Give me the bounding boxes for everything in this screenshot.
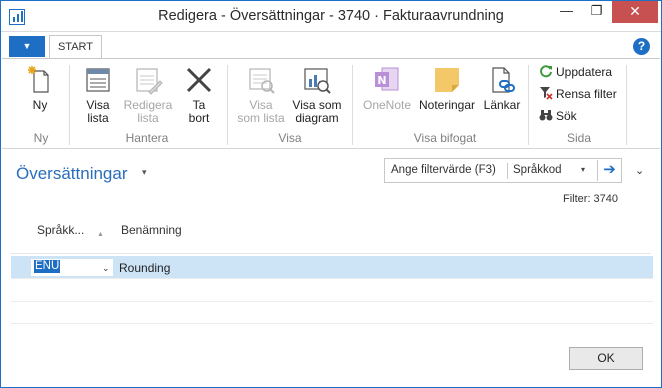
clear-filter-button[interactable]: Rensa filter (539, 85, 617, 103)
filter-field-select[interactable]: Språkkod (513, 164, 562, 176)
edit-list-label-2: lista (137, 111, 159, 125)
title-bar: Redigera - Översättningar - 3740 · Faktu… (1, 1, 661, 32)
ok-button[interactable]: OK (569, 347, 643, 370)
search-button[interactable]: Sök (539, 107, 577, 125)
applied-filter-text: Filter: 3740 (563, 193, 619, 205)
onenote-icon: N (372, 65, 402, 95)
refresh-button[interactable]: Uppdatera (539, 63, 612, 81)
notes-label: Noteringar (418, 98, 476, 112)
group-label-hantera: Hantera (125, 131, 169, 145)
group-label-ny: Ny (33, 131, 49, 145)
delete-icon (184, 65, 214, 95)
links-icon (487, 65, 517, 95)
binoculars-icon (539, 108, 553, 122)
refresh-icon (539, 64, 553, 78)
view-list-label-2: lista (87, 111, 109, 125)
filter-input[interactable]: Ange filtervärde (F3) (391, 164, 496, 176)
notes-button[interactable]: Noteringar (416, 65, 478, 112)
onenote-button[interactable]: N OneNote (360, 65, 414, 112)
svg-text:N: N (377, 74, 386, 87)
links-button[interactable]: Länkar (480, 65, 524, 112)
group-divider (352, 65, 353, 145)
app-menu-button[interactable]: ▼ (9, 36, 45, 57)
ribbon: Ny Ny Visa lista Redigera lista Ta bort … (2, 58, 660, 149)
filter-divider (507, 163, 508, 179)
new-document-icon (25, 65, 55, 95)
view-list-button[interactable]: Visa lista (78, 65, 118, 125)
refresh-label: Uppdatera (556, 65, 613, 79)
onenote-label: OneNote (362, 98, 412, 112)
apply-filter-arrow-icon[interactable]: ➔ (597, 160, 621, 181)
filter-field-dropdown-icon[interactable]: ▾ (581, 165, 585, 174)
show-as-list-button[interactable]: Visa som lista (236, 65, 286, 125)
help-icon[interactable]: ? (633, 38, 650, 55)
show-as-chart-icon (302, 65, 332, 95)
group-divider (69, 65, 70, 145)
delete-label-2: bort (188, 111, 210, 125)
show-as-list-icon (246, 65, 276, 95)
row-divider (11, 301, 653, 302)
title-dropdown-icon[interactable]: ▾ (142, 167, 147, 178)
row-divider (11, 278, 653, 279)
expand-chevron-icon[interactable]: ⌄ (635, 164, 644, 177)
group-divider (227, 65, 228, 145)
group-label-sida: Sida (566, 131, 592, 145)
filter-bar: Ange filtervärde (F3) Språkkod ▾ ➔ (384, 158, 622, 183)
language-code-value[interactable]: ENU (34, 260, 61, 273)
group-divider (626, 65, 627, 145)
view-list-icon (83, 65, 113, 95)
column-header-language-code[interactable]: Språkk... (37, 223, 84, 237)
dialog-window: Redigera - Översättningar - 3740 · Faktu… (0, 0, 662, 388)
column-header-description[interactable]: Benämning (121, 223, 182, 237)
group-divider (528, 65, 529, 145)
language-code-dropdown-icon[interactable]: ⌄ (102, 263, 110, 274)
show-as-list-label-2: som lista (237, 111, 285, 125)
show-as-chart-button[interactable]: Visa som diagram (290, 65, 344, 125)
minimize-button[interactable]: — (553, 1, 580, 23)
group-label-visa: Visa (278, 131, 302, 145)
clear-filter-label: Rensa filter (556, 87, 617, 101)
show-as-chart-label-2: diagram (295, 111, 339, 125)
page-title[interactable]: Översättningar (16, 164, 128, 184)
edit-list-icon (133, 65, 163, 95)
delete-button[interactable]: Ta bort (179, 65, 219, 125)
notes-icon (432, 65, 462, 95)
sort-ascending-icon[interactable]: ▲ (97, 231, 104, 238)
clear-filter-icon (539, 86, 553, 100)
new-button-label: Ny (32, 98, 48, 112)
new-button[interactable]: Ny (20, 65, 60, 112)
maximize-button[interactable]: ❐ (583, 1, 610, 23)
group-label-visa-bifogat: Visa bifogat (413, 131, 477, 145)
tab-start[interactable]: START (49, 35, 102, 59)
row-divider (11, 323, 653, 324)
description-cell[interactable]: Rounding (119, 261, 170, 275)
edit-list-button[interactable]: Redigera lista (122, 65, 174, 125)
search-label: Sök (556, 109, 577, 123)
header-divider (11, 253, 651, 254)
links-label: Länkar (483, 98, 521, 112)
close-button[interactable]: ✕ (612, 1, 658, 23)
